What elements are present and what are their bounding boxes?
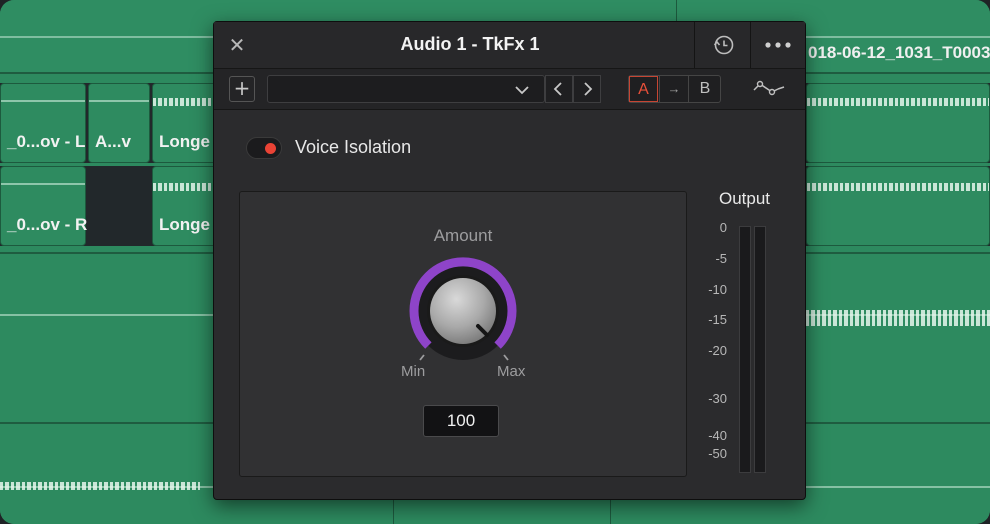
output-meter-left	[739, 226, 751, 473]
clip-name-top: 018-06-12_1031_T0003	[808, 43, 990, 62]
waveform	[1, 183, 85, 185]
add-preset-button[interactable]: +	[229, 76, 255, 102]
clip-label: _0...ov - R	[7, 215, 88, 234]
max-label: Max	[497, 363, 526, 380]
preset-dropdown[interactable]	[267, 75, 545, 103]
plugin-toolbar: + A → B	[214, 69, 805, 110]
clip-label: _0...ov - L	[7, 132, 86, 151]
toggle-indicator	[265, 143, 276, 154]
waveform	[806, 310, 990, 326]
history-button[interactable]	[700, 30, 744, 60]
window-title: Audio 1 - TkFx 1	[400, 34, 540, 54]
amount-label: Amount	[433, 226, 493, 245]
meter-scale-label: -40	[708, 428, 727, 443]
plugin-window: ✕ Audio 1 - TkFx 1 + A → B Voice Isolati…	[213, 21, 806, 500]
waveform	[153, 183, 221, 191]
audio-clip[interactable]: A...v	[88, 83, 150, 163]
waveform	[0, 482, 200, 490]
chevron-right-icon	[584, 82, 593, 96]
compare-b-button[interactable]: B	[690, 76, 720, 102]
min-tick	[419, 354, 425, 361]
audio-clip[interactable]	[806, 83, 990, 163]
output-meter-right	[754, 226, 766, 473]
title-divider	[750, 22, 751, 68]
meter-scale-label: -20	[708, 343, 727, 358]
amount-knob[interactable]	[408, 256, 518, 366]
plugin-content: Voice Isolation Amount Min Max 100 Outpu…	[214, 110, 805, 499]
ab-compare-group: A → B	[628, 75, 721, 103]
meter-scale-label: -5	[715, 251, 727, 266]
audio-clip[interactable]: Longe	[152, 166, 222, 246]
waveform	[153, 98, 221, 106]
meter-scale-label: -30	[708, 391, 727, 406]
knob-icon	[409, 257, 517, 360]
clip-label: Longe	[159, 215, 210, 234]
more-options-button[interactable]	[754, 30, 802, 60]
playhead-line	[676, 0, 677, 22]
voice-isolation-label: Voice Isolation	[295, 137, 412, 157]
meter-scale-label: -50	[708, 446, 727, 461]
amount-value-field[interactable]: 100	[423, 405, 499, 437]
audio-clip[interactable]: _0...ov - L	[0, 83, 86, 163]
meter-scale-label: -10	[708, 282, 727, 297]
meter-scale-label: -15	[708, 312, 727, 327]
waveform	[807, 183, 989, 191]
chevron-down-icon	[515, 86, 529, 95]
audio-clip[interactable]: _0...ov - R	[0, 166, 88, 246]
min-label: Min	[401, 363, 426, 380]
meter-scale-label: 0	[719, 220, 727, 235]
waveform	[807, 98, 989, 106]
output-label: Output	[719, 189, 771, 208]
compare-a-button[interactable]: A	[629, 76, 658, 102]
clip-label: Longe	[159, 132, 210, 151]
voice-isolation-toggle[interactable]	[246, 137, 282, 159]
waveform	[89, 100, 149, 102]
curve-icon	[753, 80, 785, 96]
curve-button[interactable]	[752, 74, 786, 104]
next-preset-button[interactable]	[573, 75, 601, 103]
waveform	[1, 100, 85, 102]
audio-clip[interactable]: Longe	[152, 83, 222, 163]
title-bar[interactable]: ✕ Audio 1 - TkFx 1	[214, 22, 805, 69]
previous-preset-button[interactable]	[545, 75, 573, 103]
max-tick	[503, 354, 509, 361]
chevron-left-icon	[553, 82, 562, 96]
copy-a-to-b-button[interactable]: →	[659, 76, 689, 102]
clip-label: A...v	[95, 132, 131, 151]
audio-clip[interactable]	[806, 166, 990, 246]
amount-panel: Amount Min Max 100	[239, 191, 687, 477]
history-icon	[713, 35, 734, 55]
more-icon	[765, 42, 791, 48]
title-divider	[694, 22, 695, 68]
